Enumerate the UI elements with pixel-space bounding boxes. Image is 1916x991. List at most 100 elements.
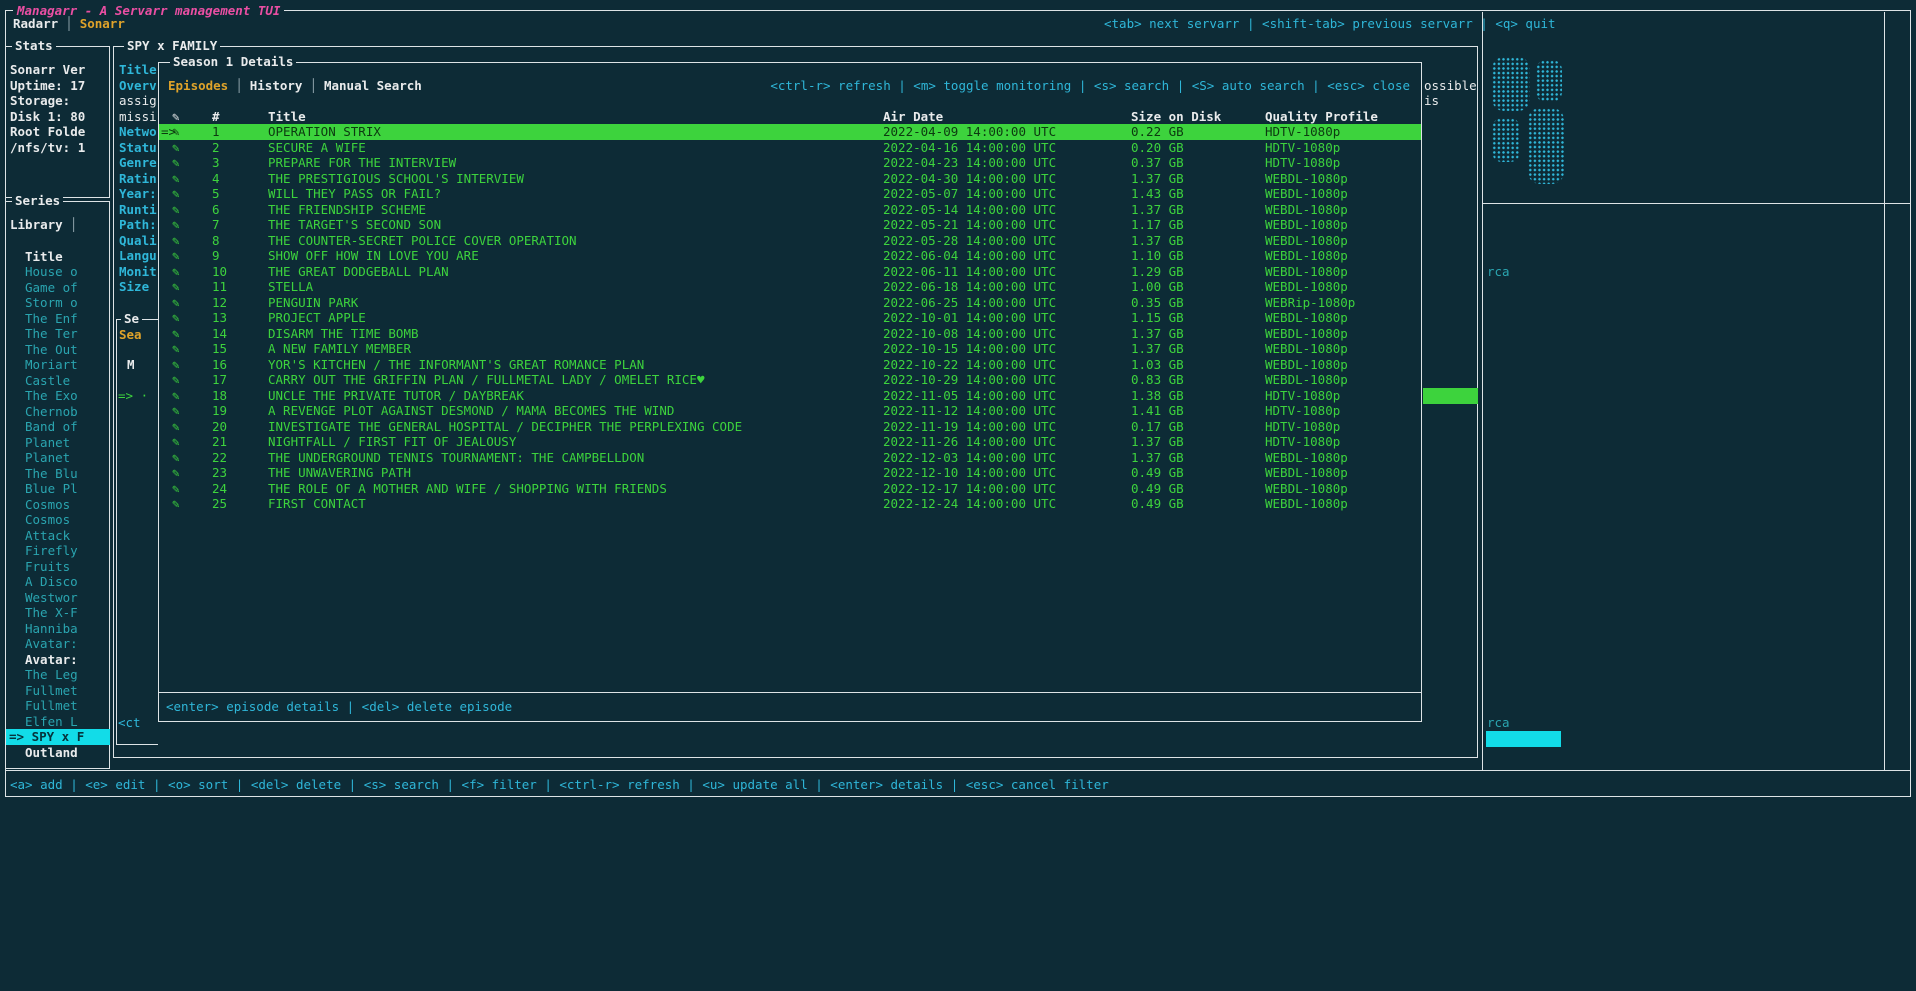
episode-row[interactable]: ✎18UNCLE THE PRIVATE TUTOR / DAYBREAK202… — [159, 388, 1421, 404]
episode-air-date: 2022-11-12 14:00:00 UTC — [883, 403, 1056, 419]
episode-row[interactable]: ✎13PROJECT APPLE2022-10-01 14:00:00 UTC1… — [159, 310, 1421, 326]
series-item[interactable]: Firefly — [6, 543, 110, 559]
tab-sonarr[interactable]: Sonarr — [80, 16, 125, 32]
episode-row[interactable]: ✎23THE UNWAVERING PATH2022-12-10 14:00:0… — [159, 465, 1421, 481]
episode-row[interactable]: ✎19A REVENGE PLOT AGAINST DESMOND / MAMA… — [159, 403, 1421, 419]
episode-air-date: 2022-04-23 14:00:00 UTC — [883, 155, 1056, 171]
episode-row[interactable]: ✎22THE UNDERGROUND TENNIS TOURNAMENT: TH… — [159, 450, 1421, 466]
episode-air-date: 2022-10-29 14:00:00 UTC — [883, 372, 1056, 388]
tab-seasons-fragment[interactable]: Sea — [119, 327, 142, 343]
tab-library[interactable]: Library — [10, 217, 63, 233]
episode-row[interactable]: ✎21NIGHTFALL / FIRST FIT OF JEALOUSY2022… — [159, 434, 1421, 450]
series-item[interactable]: Band of — [6, 419, 110, 435]
background-table-cell-fragment: rca — [1487, 264, 1510, 280]
episode-row[interactable]: ✎8THE COUNTER-SECRET POLICE COVER OPERAT… — [159, 233, 1421, 249]
episode-number: 23 — [212, 465, 227, 481]
episode-row[interactable]: ✎12PENGUIN PARK2022-06-25 14:00:00 UTC0.… — [159, 295, 1421, 311]
episode-row[interactable]: ✎24THE ROLE OF A MOTHER AND WIFE / SHOPP… — [159, 481, 1421, 497]
series-item[interactable]: Avatar: — [6, 636, 110, 652]
tab-radarr[interactable]: Radarr — [13, 16, 58, 32]
series-item[interactable]: Westwor — [6, 590, 110, 606]
series-item[interactable]: Cosmos — [6, 512, 110, 528]
episode-row[interactable]: ✎10THE GREAT DODGEBALL PLAN2022-06-11 14… — [159, 264, 1421, 280]
series-item[interactable]: Fullmet — [6, 683, 110, 699]
episode-size-on-disk: 0.49 GB — [1131, 481, 1184, 497]
series-item[interactable]: Attack — [6, 528, 110, 544]
episode-row[interactable]: ✎5WILL THEY PASS OR FAIL?2022-05-07 14:0… — [159, 186, 1421, 202]
series-item[interactable]: Planet — [6, 435, 110, 451]
episode-air-date: 2022-10-15 14:00:00 UTC — [883, 341, 1056, 357]
series-item[interactable]: Hanniba — [6, 621, 110, 637]
episode-quality-profile: WEBDL-1080p — [1265, 279, 1348, 295]
episode-size-on-disk: 0.83 GB — [1131, 372, 1184, 388]
episode-row[interactable]: ✎3PREPARE FOR THE INTERVIEW2022-04-23 14… — [159, 155, 1421, 171]
tab-history[interactable]: History — [250, 78, 303, 94]
series-item[interactable]: Planet — [6, 450, 110, 466]
series-item[interactable]: Avatar: — [6, 652, 110, 668]
series-item[interactable]: Outland — [6, 745, 110, 761]
series-item[interactable]: Elfen L — [6, 714, 110, 730]
episode-number: 22 — [212, 450, 227, 466]
episode-air-date: 2022-12-10 14:00:00 UTC — [883, 465, 1056, 481]
episode-quality-profile: HDTV-1080p — [1265, 124, 1340, 140]
episode-row[interactable]: ✎14DISARM THE TIME BOMB2022-10-08 14:00:… — [159, 326, 1421, 342]
series-item[interactable]: The X-F — [6, 605, 110, 621]
series-item[interactable]: The Ter — [6, 326, 110, 342]
series-item[interactable]: The Exo — [6, 388, 110, 404]
series-item[interactable]: Chernob — [6, 404, 110, 420]
series-item[interactable]: Storm o — [6, 295, 110, 311]
series-item[interactable]: => SPY x F — [6, 729, 110, 745]
episode-row[interactable]: ✎25FIRST CONTACT2022-12-24 14:00:00 UTC0… — [159, 496, 1421, 512]
episode-row[interactable]: ✎11STELLA2022-06-18 14:00:00 UTC1.00 GBW… — [159, 279, 1421, 295]
episode-row[interactable]: ✎20INVESTIGATE THE GENERAL HOSPITAL / DE… — [159, 419, 1421, 435]
episode-number: 13 — [212, 310, 227, 326]
episode-air-date: 2022-12-24 14:00:00 UTC — [883, 496, 1056, 512]
edit-pencil-icon: ✎ — [172, 202, 180, 218]
selected-season-row-fragment[interactable]: => · — [118, 388, 148, 404]
episode-number: 3 — [212, 155, 220, 171]
episode-row[interactable]: =>✎1OPERATION STRIX2022-04-09 14:00:00 U… — [159, 124, 1421, 140]
series-item[interactable]: Castle — [6, 373, 110, 389]
episode-row[interactable]: ✎17CARRY OUT THE GRIFFIN PLAN / FULLMETA… — [159, 372, 1421, 388]
episode-quality-profile: WEBDL-1080p — [1265, 171, 1348, 187]
series-item[interactable]: Cosmos — [6, 497, 110, 513]
series-detail-line: Runti — [119, 202, 159, 218]
episode-row[interactable]: ✎2SECURE A WIFE2022-04-16 14:00:00 UTC0.… — [159, 140, 1421, 156]
episode-row[interactable]: ✎7THE TARGET'S SECOND SON2022-05-21 14:0… — [159, 217, 1421, 233]
overview-fragment: ossible — [1424, 78, 1477, 94]
series-item[interactable]: The Enf — [6, 311, 110, 327]
episode-row[interactable]: ✎9SHOW OFF HOW IN LOVE YOU ARE2022-06-04… — [159, 248, 1421, 264]
episode-air-date: 2022-05-21 14:00:00 UTC — [883, 217, 1056, 233]
edit-pencil-icon: ✎ — [172, 450, 180, 466]
series-item[interactable]: The Out — [6, 342, 110, 358]
tab-episodes[interactable]: Episodes — [168, 78, 228, 94]
column-header-number: # — [212, 109, 220, 125]
season-details-modal-title: Season 1 Details — [170, 54, 296, 70]
episode-quality-profile: WEBDL-1080p — [1265, 341, 1348, 357]
series-item[interactable]: A Disco — [6, 574, 110, 590]
edit-pencil-icon: ✎ — [172, 403, 180, 419]
dot-art-blob — [1536, 60, 1562, 102]
tab-manual-search[interactable]: Manual Search — [324, 78, 422, 94]
series-item[interactable]: Fullmet — [6, 698, 110, 714]
series-item[interactable]: The Blu — [6, 466, 110, 482]
series-item[interactable]: The Leg — [6, 667, 110, 683]
selected-series-row-fragment — [1486, 731, 1561, 747]
episode-quality-profile: HDTV-1080p — [1265, 434, 1340, 450]
episode-number: 2 — [212, 140, 220, 156]
episode-footer-keybinds: <enter> episode details | <del> delete e… — [166, 699, 512, 715]
episode-quality-profile: WEBDL-1080p — [1265, 450, 1348, 466]
episode-row[interactable]: ✎16YOR'S KITCHEN / THE INFORMANT'S GREAT… — [159, 357, 1421, 373]
episode-row[interactable]: ✎15A NEW FAMILY MEMBER2022-10-15 14:00:0… — [159, 341, 1421, 357]
series-item[interactable]: Fruits — [6, 559, 110, 575]
statusbar-divider — [6, 770, 1910, 771]
episode-quality-profile: WEBDL-1080p — [1265, 217, 1348, 233]
modal-footer-divider — [159, 692, 1421, 693]
episode-title: YOR'S KITCHEN / THE INFORMANT'S GREAT RO… — [268, 357, 644, 373]
episode-row[interactable]: ✎6THE FRIENDSHIP SCHEME2022-05-14 14:00:… — [159, 202, 1421, 218]
episode-row[interactable]: ✎4THE PRESTIGIOUS SCHOOL'S INTERVIEW2022… — [159, 171, 1421, 187]
series-item[interactable]: Moriart — [6, 357, 110, 373]
series-item[interactable]: Blue Pl — [6, 481, 110, 497]
series-item[interactable]: House o — [6, 264, 110, 280]
series-item[interactable]: Game of — [6, 280, 110, 296]
